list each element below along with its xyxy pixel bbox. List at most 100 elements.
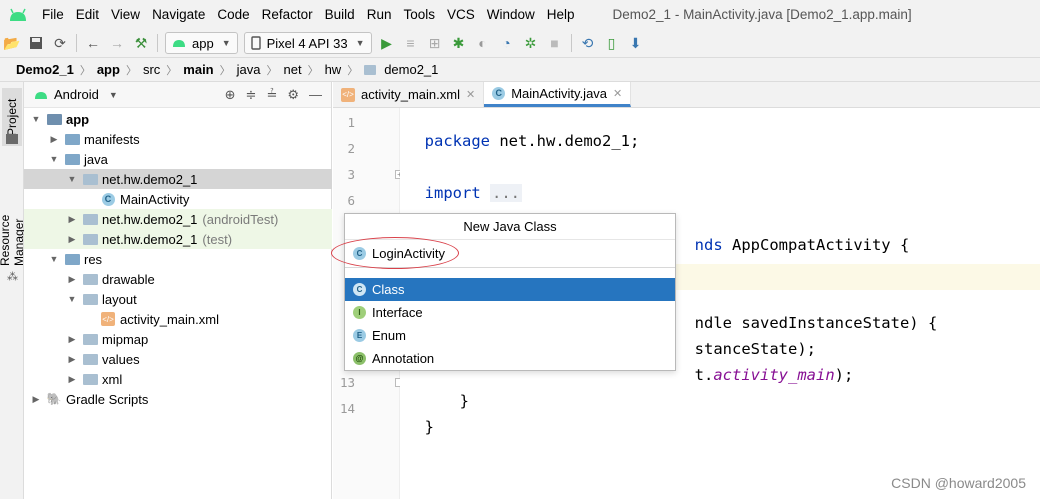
run-icon[interactable]: ▶ [377, 33, 397, 53]
menu-window[interactable]: Window [481, 7, 541, 22]
crumb-package[interactable]: demo2_1 [382, 62, 440, 77]
gradle-elephant-icon: 🐘 [46, 392, 62, 406]
chevron-right-icon[interactable]: ▶ [66, 354, 78, 365]
tree-node-activity-main-xml[interactable]: </> activity_main.xml [24, 309, 332, 329]
menu-run[interactable]: Run [361, 7, 398, 22]
tree-node-drawable[interactable]: ▶ drawable [24, 269, 332, 289]
crumb-java[interactable]: java [235, 62, 263, 77]
chevron-right-icon[interactable]: ▶ [66, 274, 78, 285]
kind-option-class[interactable]: C Class [345, 278, 675, 301]
tree-node-res[interactable]: ▼ res [24, 249, 332, 269]
tree-node-xml[interactable]: ▶ xml [24, 369, 332, 389]
tree-node-package-main[interactable]: ▼ net.hw.demo2_1 [24, 169, 332, 189]
crumb-net[interactable]: net [281, 62, 303, 77]
crumb-hw[interactable]: hw [323, 62, 344, 77]
debug-icon[interactable]: ✱ [449, 33, 469, 53]
tree-node-package-androidtest[interactable]: ▶ net.hw.demo2_1 (androidTest) [24, 209, 332, 229]
menu-view[interactable]: View [105, 7, 146, 22]
settings-gear-icon[interactable]: ⚙ [287, 87, 299, 103]
tab-resource-manager[interactable]: Resource Manager [0, 166, 26, 266]
close-icon[interactable]: ✕ [466, 88, 475, 101]
device-manager-icon[interactable]: ▯ [602, 33, 622, 53]
code-line-13: } [441, 374, 469, 410]
device-select[interactable]: Pixel 4 API 33 ▼ [243, 32, 372, 54]
gradle-sync-icon[interactable]: ⟲ [578, 33, 598, 53]
code-text: net.hw.demo2_1; [490, 132, 640, 150]
chevron-right-icon[interactable]: ▶ [66, 234, 78, 245]
apply-code-changes-icon[interactable]: ⊞ [425, 33, 445, 53]
tree-node-values[interactable]: ▶ values [24, 349, 332, 369]
stop-icon[interactable]: ■ [545, 33, 565, 53]
line-number: 1 [347, 115, 355, 130]
folded-imports[interactable]: ... [490, 184, 523, 202]
tree-node-gradle-scripts[interactable]: ▶ 🐘 Gradle Scripts [24, 389, 332, 409]
attach-debugger-icon[interactable]: ✲ [521, 33, 541, 53]
code-keyword: nds [694, 236, 723, 254]
toolbar-separator [570, 34, 572, 52]
crumb-module[interactable]: app [95, 62, 122, 77]
tree-node-mipmap[interactable]: ▶ mipmap [24, 329, 332, 349]
sync-icon[interactable]: ⟳ [50, 33, 70, 53]
locate-icon[interactable]: ⊕ [225, 87, 236, 103]
crumb-project[interactable]: Demo2_1 [14, 62, 76, 77]
crumb-main[interactable]: main [181, 62, 215, 77]
folder-icon [82, 272, 98, 286]
chevron-down-icon[interactable]: ▼ [30, 114, 42, 124]
menu-vcs[interactable]: VCS [441, 7, 481, 22]
chevron-down-icon[interactable]: ▼ [66, 174, 78, 184]
chevron-right-icon: 〉 [266, 64, 278, 77]
view-selector[interactable]: Android [54, 87, 99, 102]
profile-icon[interactable]: ◔ [497, 33, 517, 53]
chevron-right-icon[interactable]: ▶ [48, 134, 60, 145]
code-text: AppCompatActivity { [722, 236, 910, 254]
menu-refactor[interactable]: Refactor [256, 7, 319, 22]
crumb-src[interactable]: src [141, 62, 162, 77]
chevron-down-icon[interactable]: ▼ [66, 294, 78, 304]
tree-node-app[interactable]: ▼ app [24, 109, 332, 129]
tab-mainactivity-java[interactable]: C MainActivity.java ✕ [484, 82, 632, 107]
sdk-manager-icon[interactable]: ⬇ [626, 33, 646, 53]
chevron-down-icon[interactable]: ▼ [48, 254, 60, 264]
tab-activity-main-xml[interactable]: </> activity_main.xml ✕ [333, 82, 485, 107]
folder-icon [82, 372, 98, 386]
run-config-select[interactable]: app ▼ [165, 32, 238, 54]
menu-edit[interactable]: Edit [70, 7, 105, 22]
forward-arrow-icon[interactable]: → [107, 33, 127, 53]
expand-all-icon[interactable]: ≑ [246, 87, 257, 103]
chevron-right-icon[interactable]: ▶ [66, 214, 78, 225]
package-folder-icon [82, 212, 98, 226]
menu-navigate[interactable]: Navigate [146, 7, 211, 22]
interface-icon: I [353, 306, 366, 319]
menu-build[interactable]: Build [319, 7, 361, 22]
menu-code[interactable]: Code [211, 7, 255, 22]
menu-file[interactable]: File [36, 7, 70, 22]
tree-node-manifests[interactable]: ▶ manifests [24, 129, 332, 149]
tree-node-layout[interactable]: ▼ layout [24, 289, 332, 309]
kind-label: Annotation [372, 351, 435, 366]
close-icon[interactable]: ✕ [613, 87, 622, 100]
collapse-all-icon[interactable]: ≟ [266, 87, 277, 103]
chevron-right-icon[interactable]: ▶ [30, 394, 42, 405]
tree-node-mainactivity[interactable]: C MainActivity [24, 189, 332, 209]
open-folder-icon[interactable]: 📂 [2, 33, 22, 53]
run-config-label: app [192, 35, 214, 51]
back-arrow-icon[interactable]: ← [83, 33, 103, 53]
chevron-right-icon[interactable]: ▶ [66, 374, 78, 385]
tree-node-package-test[interactable]: ▶ net.hw.demo2_1 (test) [24, 229, 332, 249]
menu-tools[interactable]: Tools [397, 7, 441, 22]
kind-option-interface[interactable]: I Interface [345, 301, 675, 324]
save-icon[interactable] [26, 33, 46, 53]
tree-node-java[interactable]: ▼ java [24, 149, 332, 169]
kind-option-annotation[interactable]: @ Annotation [345, 347, 675, 370]
chevron-down-icon[interactable]: ▼ [109, 90, 118, 100]
kind-option-enum[interactable]: E Enum [345, 324, 675, 347]
coverage-icon[interactable]: ◐ [473, 33, 493, 53]
chevron-down-icon[interactable]: ▼ [48, 154, 60, 164]
hide-icon[interactable]: — [309, 87, 322, 102]
menu-help[interactable]: Help [541, 7, 581, 22]
kind-label: Class [372, 282, 405, 297]
build-hammer-icon[interactable]: ⚒ [131, 33, 151, 53]
resource-manager-tab-label: Resource Manager [0, 214, 26, 266]
apply-changes-icon[interactable]: ≡ [401, 33, 421, 53]
chevron-right-icon[interactable]: ▶ [66, 334, 78, 345]
